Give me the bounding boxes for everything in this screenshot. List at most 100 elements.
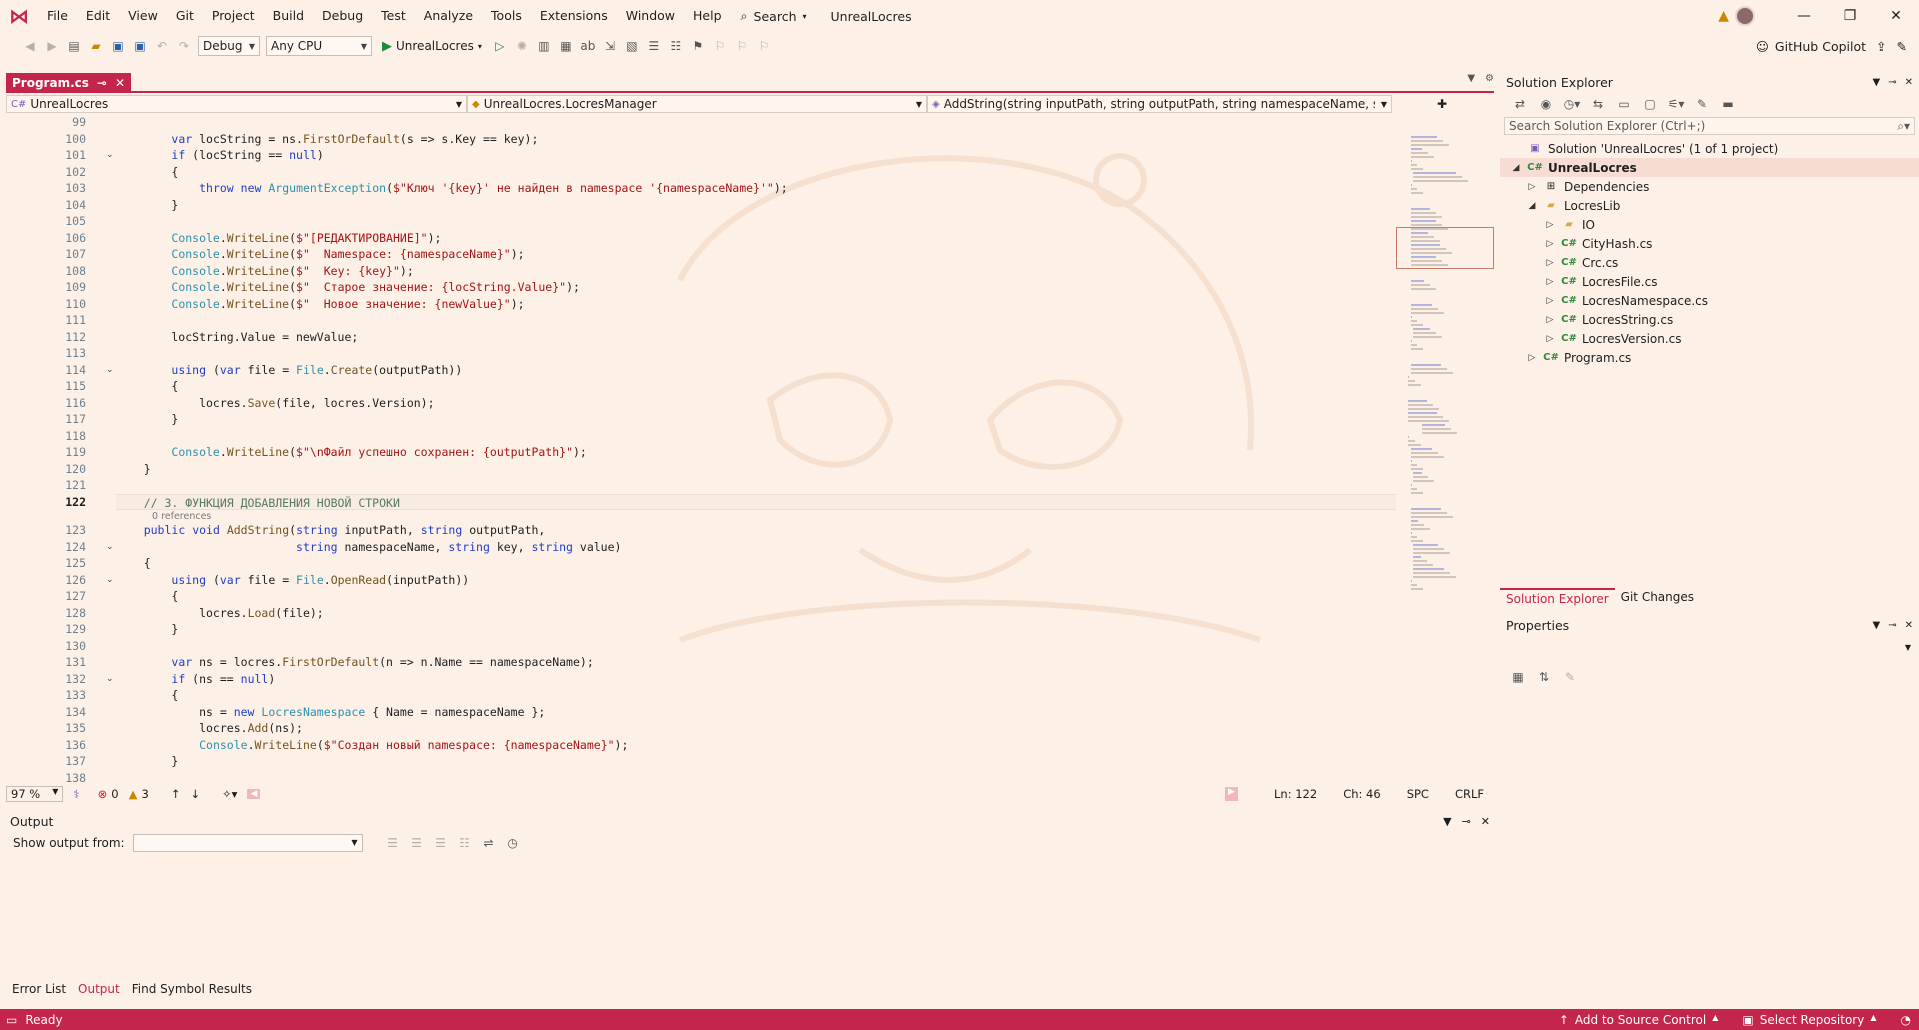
code-line[interactable]: locres.Load(file);: [116, 605, 324, 622]
settings-gear-icon[interactable]: ⚙: [1485, 73, 1494, 84]
code-line[interactable]: using (var file = File.Create(outputPath…: [116, 362, 462, 379]
start-without-debugging-icon[interactable]: ▷: [492, 38, 508, 54]
search-button[interactable]: ⌕ Search ▾: [731, 8, 817, 24]
menu-git[interactable]: Git: [167, 0, 203, 32]
menu-window[interactable]: Window: [617, 0, 684, 32]
tab-find-symbol-results[interactable]: Find Symbol Results: [132, 982, 252, 1000]
code-line[interactable]: if (locString == null): [116, 147, 323, 164]
collapse-region-icon[interactable]: ⌄: [106, 542, 114, 552]
whitespace-indicator[interactable]: SPC: [1407, 787, 1429, 801]
menu-test[interactable]: Test: [372, 0, 415, 32]
menu-analyze[interactable]: Analyze: [415, 0, 482, 32]
code-line[interactable]: {: [116, 687, 178, 704]
window-position-icon[interactable]: ▼: [1443, 815, 1451, 828]
find-message-icon[interactable]: ☰: [385, 835, 401, 851]
collapsed-arrow-icon[interactable]: ▷: [1526, 353, 1538, 363]
solution-search-input[interactable]: Search Solution Explorer (Ctrl+;) ⌕▾: [1504, 117, 1915, 135]
warnings-indicator[interactable]: ▲ 3: [129, 787, 149, 801]
show-all-files-icon[interactable]: ▢: [1642, 96, 1658, 112]
browse-folder-icon[interactable]: ▥: [536, 38, 552, 54]
share-icon[interactable]: ⇪: [1876, 39, 1886, 54]
alphabetical-icon[interactable]: ⇅: [1536, 669, 1552, 685]
collapsed-arrow-icon[interactable]: ▷: [1544, 315, 1556, 325]
tree-item-folder-locreslib[interactable]: ◢ ▰ LocresLib: [1500, 196, 1919, 215]
code-line[interactable]: Console.WriteLine($"\nФайл успешно сохра…: [116, 444, 586, 461]
collapsed-arrow-icon[interactable]: ▷: [1526, 182, 1538, 192]
code-line[interactable]: var locString = ns.FirstOrDefault(s => s…: [116, 131, 538, 148]
collapsed-arrow-icon[interactable]: ▷: [1544, 334, 1556, 344]
back-icon[interactable]: ◀: [22, 38, 38, 54]
tree-item-program-cs[interactable]: ▷ C# Program.cs: [1500, 348, 1919, 367]
collapse-region-icon[interactable]: ⌄: [106, 365, 114, 375]
tree-item-folder-io[interactable]: ▷ ▰ IO: [1500, 215, 1919, 234]
code-text-area[interactable]: var locString = ns.FirstOrDefault(s => s…: [116, 114, 1396, 782]
project-dropdown[interactable]: C# UnrealLocres ▼: [6, 95, 467, 113]
prev-bookmark-icon[interactable]: ⚐: [712, 38, 728, 54]
pin-icon[interactable]: ⊸: [97, 76, 107, 90]
scroll-right-icon[interactable]: ▶: [1225, 787, 1239, 801]
menu-edit[interactable]: Edit: [77, 0, 119, 32]
start-debugging-button[interactable]: ▶ UnrealLocres ▾: [378, 39, 486, 54]
notifications-icon[interactable]: ◔: [1901, 1013, 1911, 1027]
collapse-region-icon[interactable]: ⌄: [106, 674, 114, 684]
tree-item-dependencies[interactable]: ▷ ⊞ Dependencies: [1500, 177, 1919, 196]
code-line[interactable]: Console.WriteLine($"Создан новый namespa…: [116, 737, 628, 754]
code-line[interactable]: // 3. ФУНКЦИЯ ДОБАВЛЕНИЯ НОВОЙ СТРОКИ: [116, 493, 1396, 510]
window-position-icon[interactable]: ▼: [1873, 620, 1881, 631]
layout-icon[interactable]: ▦: [558, 38, 574, 54]
tree-item-file[interactable]: ▷ C# LocresFile.cs: [1500, 272, 1919, 291]
clear-bookmarks-icon[interactable]: ⚐: [756, 38, 772, 54]
code-line[interactable]: {: [116, 378, 178, 395]
filter-icon[interactable]: ⚟▾: [1668, 96, 1685, 112]
code-editor[interactable]: 99 100 101 102 103 104 105 106 107 108 109 110 111 11…: [6, 114, 1494, 782]
collapsed-arrow-icon[interactable]: ▷: [1544, 220, 1556, 230]
split-window-icon[interactable]: ✚: [1392, 95, 1492, 113]
new-item-icon[interactable]: ▤: [66, 38, 82, 54]
redo-icon[interactable]: ↷: [176, 38, 192, 54]
column-indicator[interactable]: Ch: 46: [1343, 787, 1380, 801]
format-icon[interactable]: ▧: [624, 38, 640, 54]
code-line[interactable]: {: [116, 164, 178, 181]
menu-debug[interactable]: Debug: [313, 0, 372, 32]
select-repository-button[interactable]: ▣ Select Repository ▲: [1742, 1013, 1876, 1027]
spell-check-icon[interactable]: ab: [580, 38, 596, 54]
code-line[interactable]: }: [116, 753, 178, 770]
collapse-all-icon[interactable]: ▭: [1616, 96, 1632, 112]
previous-message-icon[interactable]: ☰: [409, 835, 425, 851]
next-message-icon[interactable]: ☰: [433, 835, 449, 851]
minimap-scrollbar[interactable]: [1396, 114, 1494, 782]
code-line[interactable]: locString.Value = newValue;: [116, 329, 358, 346]
code-line[interactable]: using (var file = File.OpenRead(inputPat…: [116, 572, 469, 589]
save-icon[interactable]: ▣: [110, 38, 126, 54]
type-dropdown[interactable]: ◆ UnrealLocres.LocresManager ▼: [467, 95, 927, 113]
collapsed-arrow-icon[interactable]: ▷: [1544, 239, 1556, 249]
tab-solution-explorer[interactable]: Solution Explorer: [1500, 588, 1615, 606]
codelens-references[interactable]: 0 references: [152, 511, 211, 522]
health-icon[interactable]: ⚕: [73, 787, 79, 801]
tree-item-file[interactable]: ▷ C# CityHash.cs: [1500, 234, 1919, 253]
tab-error-list[interactable]: Error List: [12, 982, 66, 1000]
close-pane-icon[interactable]: ✕: [1481, 815, 1490, 828]
code-line[interactable]: }: [116, 197, 178, 214]
hot-reload-icon[interactable]: ✺: [514, 38, 530, 54]
history-icon[interactable]: ◷▾: [1564, 96, 1581, 112]
next-bookmark-icon[interactable]: ⚐: [734, 38, 750, 54]
tab-list-icon[interactable]: ▼: [1467, 73, 1475, 84]
errors-indicator[interactable]: ⊗ 0: [98, 787, 119, 801]
code-line[interactable]: {: [116, 588, 178, 605]
output-source-select[interactable]: ▼: [132, 834, 363, 852]
tree-item-file[interactable]: ▷ C# LocresNamespace.cs: [1500, 291, 1919, 310]
open-folder-icon[interactable]: ▰: [88, 38, 104, 54]
collapsed-arrow-icon[interactable]: ▷: [1544, 296, 1556, 306]
code-line[interactable]: Console.WriteLine($" Namespace: {namespa…: [116, 246, 524, 263]
word-wrap-icon[interactable]: ⇌: [481, 835, 497, 851]
tree-item-file[interactable]: ▷ C# LocresVersion.cs: [1500, 329, 1919, 348]
switch-views-icon[interactable]: ⇄: [1512, 96, 1528, 112]
expanded-arrow-icon[interactable]: ◢: [1510, 163, 1522, 173]
collapse-region-icon[interactable]: ⌄: [106, 150, 114, 160]
vs-icon[interactable]: ◉: [1538, 96, 1554, 112]
step-icon[interactable]: ⇲: [602, 38, 618, 54]
collapse-region-icon[interactable]: ⌄: [106, 575, 114, 585]
collapsed-arrow-icon[interactable]: ▷: [1544, 277, 1556, 287]
code-line[interactable]: Console.WriteLine($" Новое значение: {ne…: [116, 296, 524, 313]
